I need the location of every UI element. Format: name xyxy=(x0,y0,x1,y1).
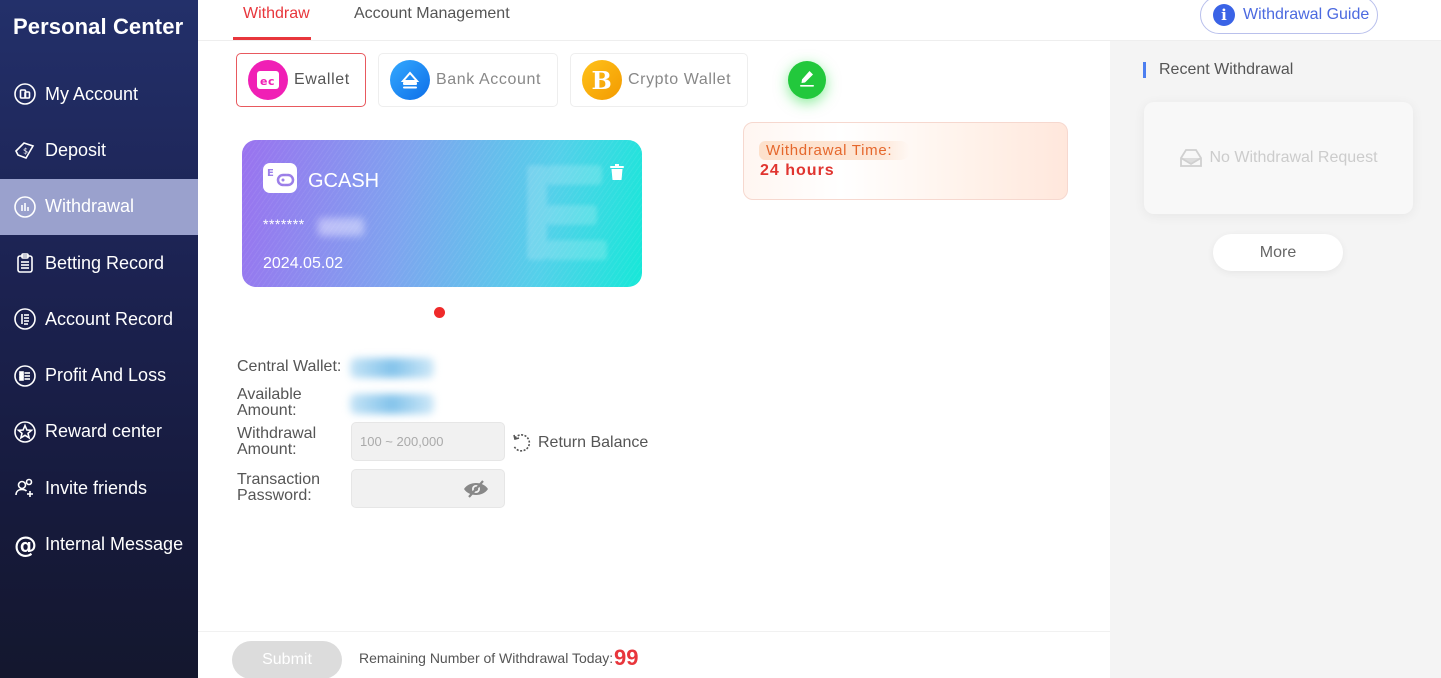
deposit-icon: $ xyxy=(13,138,37,162)
transaction-password-label-line1: Transaction xyxy=(237,471,320,488)
sidebar-item-label: Invite friends xyxy=(45,477,148,498)
sidebar-item-label: Withdrawal xyxy=(45,196,135,217)
list-icon xyxy=(13,364,37,388)
method-crypto-wallet[interactable]: B Crypto Wallet xyxy=(570,53,748,107)
withdrawal-amount-label-line2: Amount: xyxy=(237,441,297,458)
sidebar-item-label: My Account xyxy=(45,83,139,104)
clipboard-icon xyxy=(13,251,37,275)
sidebar-nav: My Account $ Deposit Withdrawal Betting … xyxy=(0,66,198,573)
recent-withdrawal-title: Recent Withdrawal xyxy=(1159,61,1294,78)
info-icon: i xyxy=(1213,4,1235,26)
star-icon xyxy=(13,420,37,444)
method-label: Ewallet xyxy=(294,71,350,88)
withdrawal-time-box: Withdrawal Time: 24 hours xyxy=(743,122,1068,200)
footer-divider xyxy=(198,631,1110,632)
central-wallet-value-redacted xyxy=(350,358,434,378)
svg-text:$: $ xyxy=(23,147,28,156)
empty-state: No Withdrawal Request xyxy=(1144,102,1413,214)
remaining-withdrawal-count: 99 xyxy=(614,645,639,670)
bitcoin-icon: B xyxy=(582,60,622,100)
tab-bar: Withdraw Account Management i Withdrawal… xyxy=(198,0,1441,41)
personal-center-page: Personal Center My Account $ Deposit Wit… xyxy=(0,0,1441,678)
invite-icon xyxy=(13,476,37,500)
sidebar-item-deposit[interactable]: $ Deposit xyxy=(0,122,198,178)
sidebar-item-label: Account Record xyxy=(45,308,174,329)
sidebar: Personal Center My Account $ Deposit Wit… xyxy=(0,0,198,678)
tab-account-management[interactable]: Account Management xyxy=(354,5,510,23)
available-amount-label-line1: Available xyxy=(237,386,302,403)
card-watermark xyxy=(522,160,612,270)
card-number-redacted xyxy=(318,218,364,236)
sidebar-title: Personal Center xyxy=(13,14,184,39)
method-ewallet[interactable]: ec Ewallet xyxy=(236,53,366,107)
sidebar-item-label: Profit And Loss xyxy=(45,365,167,386)
sidebar-item-label: Internal Message xyxy=(45,534,184,555)
ewallet-icon: ec xyxy=(248,60,288,100)
active-tab-indicator xyxy=(233,37,311,40)
withdrawal-icon xyxy=(13,195,37,219)
return-balance-label: Return Balance xyxy=(538,434,649,451)
central-wallet-label: Central Wallet: xyxy=(237,358,342,375)
record-icon xyxy=(13,307,37,331)
svg-text:@: @ xyxy=(14,533,37,557)
sidebar-item-label: Deposit xyxy=(45,139,107,160)
withdrawal-amount-label-line1: Withdrawal xyxy=(237,425,317,442)
available-amount-label-line2: Amount: xyxy=(237,402,297,419)
ewallet-card[interactable]: E GCASH ******* 2024.05.02 xyxy=(242,140,642,287)
svg-text:E: E xyxy=(267,168,274,179)
recent-withdrawal-panel: Recent Withdrawal No Withdrawal Request … xyxy=(1110,41,1441,678)
empty-state-text: No Withdrawal Request xyxy=(1209,149,1378,166)
withdrawal-guide-label: Withdrawal Guide xyxy=(1243,6,1370,23)
eye-hidden-icon[interactable] xyxy=(462,479,490,502)
withdrawal-guide-button[interactable]: i Withdrawal Guide xyxy=(1200,0,1378,34)
tab-withdraw[interactable]: Withdraw xyxy=(243,5,310,23)
trash-icon[interactable] xyxy=(610,164,624,185)
method-label: Crypto Wallet xyxy=(628,71,732,88)
card-provider-name: GCASH xyxy=(308,170,380,192)
submit-button[interactable]: Submit xyxy=(232,641,342,678)
return-balance-button[interactable]: Return Balance xyxy=(510,432,648,454)
transaction-password-label-line2: Password: xyxy=(237,487,312,504)
sidebar-item-label: Reward center xyxy=(45,421,163,442)
card-date: 2024.05.02 xyxy=(263,255,344,272)
sidebar-item-my-account[interactable]: My Account xyxy=(0,66,198,122)
svg-text:ec: ec xyxy=(260,75,275,88)
available-amount-value-redacted xyxy=(350,394,434,414)
pencil-icon xyxy=(797,68,817,93)
edit-button[interactable] xyxy=(788,61,826,99)
method-label: Bank Account xyxy=(436,71,542,88)
sidebar-item-withdrawal[interactable]: Withdrawal xyxy=(0,178,198,235)
withdrawal-amount-input[interactable]: 100 ~ 200,000 xyxy=(351,422,505,461)
sidebar-item-internal-message[interactable]: @ Internal Message xyxy=(0,516,198,572)
sidebar-item-reward-center[interactable]: Reward center xyxy=(0,404,198,460)
carousel-indicator[interactable] xyxy=(434,307,445,318)
card-number-masked: ******* xyxy=(263,216,305,232)
withdrawal-time-label: Withdrawal Time: xyxy=(759,141,911,160)
empty-inbox-icon xyxy=(1180,149,1203,167)
bank-card-icon xyxy=(390,60,430,100)
withdrawal-time-value: 24 hours xyxy=(760,162,835,179)
account-icon xyxy=(13,82,37,106)
more-button[interactable]: More xyxy=(1213,234,1343,271)
method-bank-account[interactable]: Bank Account xyxy=(378,53,558,107)
refresh-icon xyxy=(510,432,532,454)
sidebar-item-profit-and-loss[interactable]: Profit And Loss xyxy=(0,347,198,403)
transaction-password-input[interactable] xyxy=(351,469,505,508)
sidebar-item-label: Betting Record xyxy=(45,252,165,273)
sidebar-item-account-record[interactable]: Account Record xyxy=(0,291,198,347)
withdrawal-amount-placeholder: 100 ~ 200,000 xyxy=(360,434,444,449)
at-icon: @ xyxy=(13,533,37,557)
sidebar-item-invite-friends[interactable]: Invite friends xyxy=(0,460,198,516)
sidebar-item-betting-record[interactable]: Betting Record xyxy=(0,235,198,291)
ewallet-logo-icon: E xyxy=(263,163,297,193)
section-marker xyxy=(1143,62,1146,78)
remaining-withdrawal-label: Remaining Number of Withdrawal Today: xyxy=(359,650,614,666)
